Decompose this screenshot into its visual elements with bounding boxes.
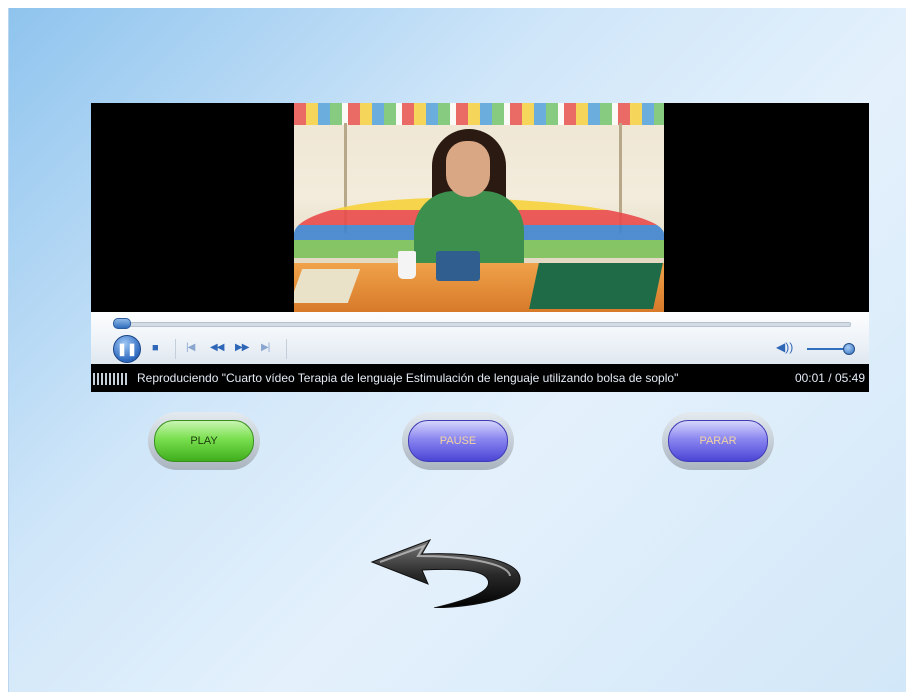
player-controls: ❚❚ ■ |◀ ◀◀ ▶▶ ▶| ◀))	[91, 312, 869, 364]
pause-control-button[interactable]: ❚❚	[113, 335, 141, 363]
video-player: ❚❚ ■ |◀ ◀◀ ▶▶ ▶| ◀)) Reproduciendo "Cuar…	[91, 103, 869, 392]
video-scene-box	[436, 251, 480, 281]
stop-icon[interactable]: ■	[152, 341, 159, 355]
status-bar: Reproduciendo "Cuarto vídeo Terapia de l…	[91, 364, 869, 392]
back-arrow-icon[interactable]	[368, 538, 526, 608]
control-separator	[175, 339, 176, 359]
status-grip-icon	[93, 373, 127, 385]
volume-slider[interactable]	[807, 348, 847, 350]
video-scene-bunting	[294, 103, 664, 125]
control-separator	[286, 339, 287, 359]
fast-forward-icon[interactable]: ▶▶	[235, 341, 249, 355]
skip-previous-icon[interactable]: |◀	[186, 341, 195, 355]
play-button[interactable]: PLAY	[148, 412, 260, 470]
skip-next-icon[interactable]: ▶|	[261, 341, 270, 355]
volume-icon[interactable]: ◀))	[776, 340, 793, 354]
video-scene-cup	[398, 251, 416, 279]
volume-thumb[interactable]	[843, 343, 855, 355]
video-scene-person-face	[446, 141, 490, 197]
video-scene-mat	[529, 263, 663, 309]
now-playing-text: Reproduciendo "Cuarto vídeo Terapia de l…	[137, 371, 679, 385]
seek-bar[interactable]	[115, 322, 851, 327]
video-area[interactable]	[91, 103, 869, 312]
video-frame	[294, 103, 664, 312]
pause-button[interactable]: PAUSE	[402, 412, 514, 470]
time-display: 00:01 / 05:49	[794, 371, 865, 385]
stop-button-label: PARAR	[668, 420, 768, 462]
pause-button-label: PAUSE	[408, 420, 508, 462]
rewind-icon[interactable]: ◀◀	[210, 341, 224, 355]
seek-thumb[interactable]	[113, 318, 132, 329]
stop-button[interactable]: PARAR	[662, 412, 774, 470]
pause-icon: ❚❚	[116, 342, 138, 356]
top-strip	[8, 0, 906, 8]
play-button-label: PLAY	[154, 420, 254, 462]
